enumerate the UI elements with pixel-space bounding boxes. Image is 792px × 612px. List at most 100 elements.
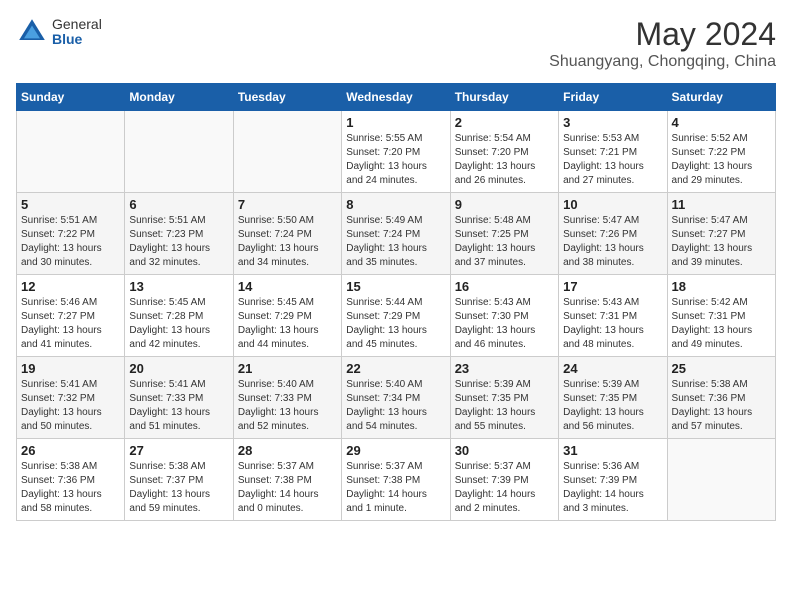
day-number: 4 (672, 115, 771, 130)
day-number: 5 (21, 197, 120, 212)
day-number: 27 (129, 443, 228, 458)
day-info: Sunrise: 5:40 AMSunset: 7:34 PMDaylight:… (346, 378, 445, 434)
calendar-cell: 31 Sunrise: 5:36 AMSunset: 7:39 PMDayligh… (559, 439, 667, 521)
calendar-cell: 2 Sunrise: 5:54 AMSunset: 7:20 PMDaylight… (450, 111, 558, 193)
weekday-header-saturday: Saturday (667, 84, 775, 111)
day-info: Sunrise: 5:37 AMSunset: 7:38 PMDaylight:… (238, 460, 337, 516)
day-number: 12 (21, 279, 120, 294)
day-info: Sunrise: 5:51 AMSunset: 7:23 PMDaylight:… (129, 214, 228, 270)
calendar-header: SundayMondayTuesdayWednesdayThursdayFrid… (17, 84, 776, 111)
calendar-cell: 14 Sunrise: 5:45 AMSunset: 7:29 PMDayligh… (233, 275, 341, 357)
calendar-cell: 11Sunrise: 5:47 AMSunset: 7:27 PMDayligh… (667, 193, 775, 275)
calendar-cell: 26Sunrise: 5:38 AMSunset: 7:36 PMDayligh… (17, 439, 125, 521)
calendar-cell: 4 Sunrise: 5:52 AMSunset: 7:22 PMDaylight… (667, 111, 775, 193)
calendar-cell: 10Sunrise: 5:47 AMSunset: 7:26 PMDayligh… (559, 193, 667, 275)
title-block: May 2024 Shuangyang, Chongqing, China (549, 16, 776, 71)
day-info: Sunrise: 5:37 AMSunset: 7:39 PMDaylight:… (455, 460, 554, 516)
calendar-cell: 30 Sunrise: 5:37 AMSunset: 7:39 PMDayligh… (450, 439, 558, 521)
calendar-cell: 17 Sunrise: 5:43 AMSunset: 7:31 PMDayligh… (559, 275, 667, 357)
calendar-cell: 5 Sunrise: 5:51 AMSunset: 7:22 PMDaylight… (17, 193, 125, 275)
location-title: Shuangyang, Chongqing, China (549, 53, 776, 71)
day-info: Sunrise: 5:52 AMSunset: 7:22 PMDaylight:… (672, 132, 771, 188)
day-number: 1 (346, 115, 445, 130)
day-number: 16 (455, 279, 554, 294)
day-info: Sunrise: 5:42 AMSunset: 7:31 PMDaylight:… (672, 296, 771, 352)
day-number: 20 (129, 361, 228, 376)
day-number: 6 (129, 197, 228, 212)
calendar-cell: 13 Sunrise: 5:45 AMSunset: 7:28 PMDayligh… (125, 275, 233, 357)
calendar-cell: 15 Sunrise: 5:44 AMSunset: 7:29 PMDayligh… (342, 275, 450, 357)
calendar-cell: 19Sunrise: 5:41 AMSunset: 7:32 PMDayligh… (17, 357, 125, 439)
day-info: Sunrise: 5:46 AMSunset: 7:27 PMDaylight:… (21, 296, 120, 352)
day-number: 15 (346, 279, 445, 294)
day-info: Sunrise: 5:39 AMSunset: 7:35 PMDaylight:… (455, 378, 554, 434)
day-number: 24 (563, 361, 662, 376)
day-number: 30 (455, 443, 554, 458)
calendar-week-row: 1Sunrise: 5:55 AMSunset: 7:20 PMDaylight… (17, 111, 776, 193)
day-info: Sunrise: 5:38 AMSunset: 7:36 PMDaylight:… (672, 378, 771, 434)
day-number: 28 (238, 443, 337, 458)
weekday-header-monday: Monday (125, 84, 233, 111)
calendar-week-row: 12 Sunrise: 5:46 AMSunset: 7:27 PMDayligh… (17, 275, 776, 357)
day-number: 7 (238, 197, 337, 212)
calendar-cell: 28 Sunrise: 5:37 AMSunset: 7:38 PMDayligh… (233, 439, 341, 521)
calendar-cell: 8 Sunrise: 5:49 AMSunset: 7:24 PMDaylight… (342, 193, 450, 275)
day-info: Sunrise: 5:54 AMSunset: 7:20 PMDaylight:… (455, 132, 554, 188)
calendar-cell: 7Sunrise: 5:50 AMSunset: 7:24 PMDaylight… (233, 193, 341, 275)
day-number: 29 (346, 443, 445, 458)
day-info: Sunrise: 5:53 AMSunset: 7:21 PMDaylight:… (563, 132, 662, 188)
calendar-cell (17, 111, 125, 193)
day-number: 10 (563, 197, 662, 212)
day-number: 25 (672, 361, 771, 376)
calendar-cell: 16 Sunrise: 5:43 AMSunset: 7:30 PMDayligh… (450, 275, 558, 357)
day-info: Sunrise: 5:45 AMSunset: 7:29 PMDaylight:… (238, 296, 337, 352)
day-info: Sunrise: 5:51 AMSunset: 7:22 PMDaylight:… (21, 214, 120, 270)
calendar-cell: 23 Sunrise: 5:39 AMSunset: 7:35 PMDayligh… (450, 357, 558, 439)
calendar-table: SundayMondayTuesdayWednesdayThursdayFrid… (16, 83, 776, 521)
day-info: Sunrise: 5:43 AMSunset: 7:31 PMDaylight:… (563, 296, 662, 352)
day-info: Sunrise: 5:45 AMSunset: 7:28 PMDaylight:… (129, 296, 228, 352)
day-info: Sunrise: 5:49 AMSunset: 7:24 PMDaylight:… (346, 214, 445, 270)
day-number: 21 (238, 361, 337, 376)
calendar-week-row: 26Sunrise: 5:38 AMSunset: 7:36 PMDayligh… (17, 439, 776, 521)
weekday-header-thursday: Thursday (450, 84, 558, 111)
day-info: Sunrise: 5:38 AMSunset: 7:36 PMDaylight:… (21, 460, 120, 516)
day-number: 22 (346, 361, 445, 376)
weekday-header-sunday: Sunday (17, 84, 125, 111)
weekday-header-friday: Friday (559, 84, 667, 111)
logo-blue-label: Blue (52, 32, 102, 47)
calendar-cell: 3 Sunrise: 5:53 AMSunset: 7:21 PMDaylight… (559, 111, 667, 193)
calendar-cell: 9Sunrise: 5:48 AMSunset: 7:25 PMDaylight… (450, 193, 558, 275)
day-info: Sunrise: 5:48 AMSunset: 7:25 PMDaylight:… (455, 214, 554, 270)
day-number: 31 (563, 443, 662, 458)
day-number: 14 (238, 279, 337, 294)
day-number: 8 (346, 197, 445, 212)
calendar-cell: 21 Sunrise: 5:40 AMSunset: 7:33 PMDayligh… (233, 357, 341, 439)
day-number: 3 (563, 115, 662, 130)
logo-text: General Blue (52, 17, 102, 48)
calendar-cell: 29Sunrise: 5:37 AMSunset: 7:38 PMDayligh… (342, 439, 450, 521)
day-number: 17 (563, 279, 662, 294)
page-header: General Blue May 2024 Shuangyang, Chongq… (16, 16, 776, 71)
day-number: 2 (455, 115, 554, 130)
day-info: Sunrise: 5:43 AMSunset: 7:30 PMDaylight:… (455, 296, 554, 352)
weekday-header-tuesday: Tuesday (233, 84, 341, 111)
day-info: Sunrise: 5:47 AMSunset: 7:27 PMDaylight:… (672, 214, 771, 270)
day-info: Sunrise: 5:38 AMSunset: 7:37 PMDaylight:… (129, 460, 228, 516)
calendar-cell (233, 111, 341, 193)
day-info: Sunrise: 5:40 AMSunset: 7:33 PMDaylight:… (238, 378, 337, 434)
calendar-cell (667, 439, 775, 521)
calendar-week-row: 5 Sunrise: 5:51 AMSunset: 7:22 PMDaylight… (17, 193, 776, 275)
weekday-header-wednesday: Wednesday (342, 84, 450, 111)
day-info: Sunrise: 5:36 AMSunset: 7:39 PMDaylight:… (563, 460, 662, 516)
month-title: May 2024 (549, 16, 776, 53)
calendar-cell: 27 Sunrise: 5:38 AMSunset: 7:37 PMDayligh… (125, 439, 233, 521)
day-number: 23 (455, 361, 554, 376)
day-number: 13 (129, 279, 228, 294)
calendar-cell: 12 Sunrise: 5:46 AMSunset: 7:27 PMDayligh… (17, 275, 125, 357)
calendar-cell: 22 Sunrise: 5:40 AMSunset: 7:34 PMDayligh… (342, 357, 450, 439)
calendar-cell: 1Sunrise: 5:55 AMSunset: 7:20 PMDaylight… (342, 111, 450, 193)
weekday-header-row: SundayMondayTuesdayWednesdayThursdayFrid… (17, 84, 776, 111)
day-info: Sunrise: 5:44 AMSunset: 7:29 PMDaylight:… (346, 296, 445, 352)
calendar-cell: 20Sunrise: 5:41 AMSunset: 7:33 PMDayligh… (125, 357, 233, 439)
